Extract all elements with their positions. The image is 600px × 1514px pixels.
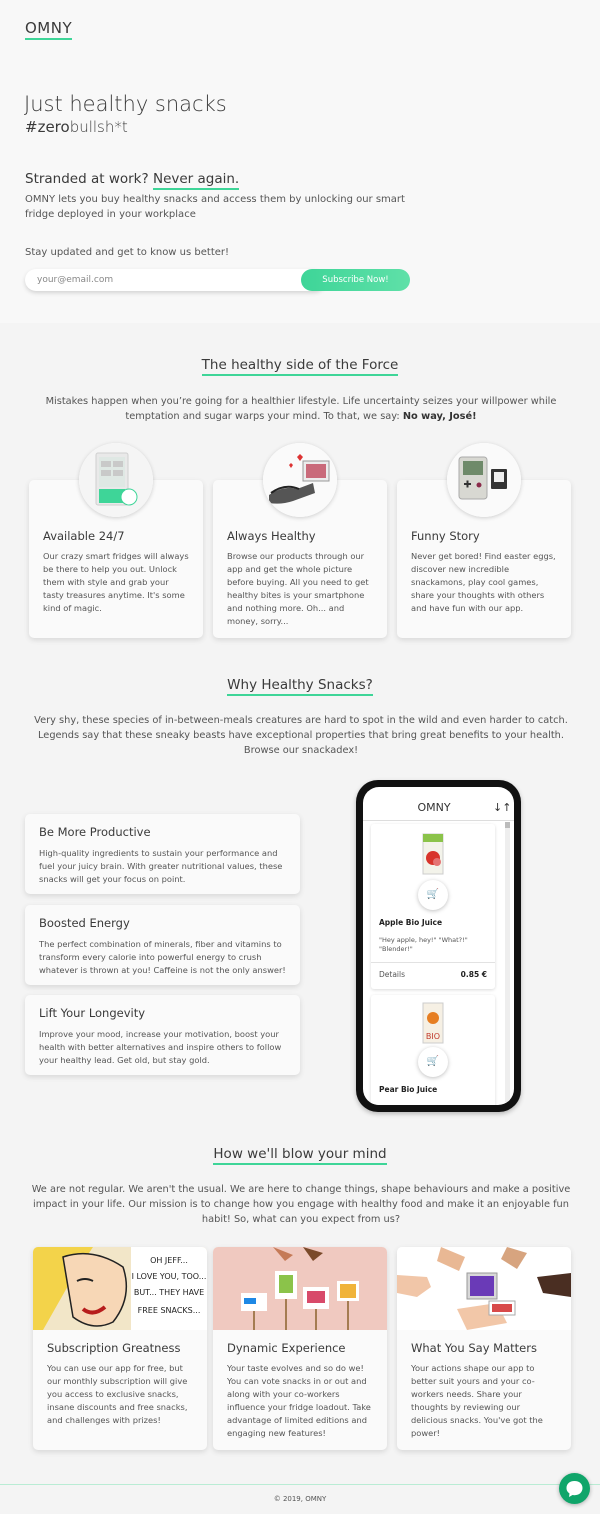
card-title: Subscription Greatness bbox=[47, 1341, 181, 1355]
comic-line: OH JEFF... bbox=[150, 1256, 188, 1265]
why-text: Very shy, these species of in-between-me… bbox=[34, 715, 568, 756]
mind-title: How we'll blow your mind bbox=[0, 1146, 600, 1165]
card-title: Always Healthy bbox=[227, 529, 316, 543]
phone-screen: OMNY ↓↑ 🛒 Apple Bio Juice "Hey apple, he… bbox=[363, 787, 514, 1105]
product-card-pear[interactable]: BIO 🛒 Pear Bio Juice bbox=[371, 995, 495, 1105]
hero-subtitle: #zerobullsh*t bbox=[25, 118, 128, 136]
stranded-heading: Stranded at work? Never again. bbox=[25, 171, 240, 190]
phone-scroll-thumb[interactable] bbox=[505, 822, 510, 828]
why-title: Why Healthy Snacks? bbox=[0, 677, 600, 696]
card-title: Funny Story bbox=[411, 529, 480, 543]
card-text: Your taste evolves and so do we! You can… bbox=[227, 1363, 371, 1438]
logo[interactable]: OMNY bbox=[25, 19, 73, 40]
benefit-text: The perfect combination of minerals, fib… bbox=[39, 939, 286, 975]
footer-divider bbox=[0, 1484, 600, 1485]
never-again-link[interactable]: Never again. bbox=[152, 171, 240, 190]
card-title: Available 24/7 bbox=[43, 529, 125, 543]
cart-icon[interactable]: 🛒 bbox=[418, 880, 448, 910]
mind-card-dynamic: Dynamic Experience Your taste evolves an… bbox=[213, 1247, 387, 1450]
card-title: What You Say Matters bbox=[411, 1341, 537, 1355]
card-text: Your actions shape our app to better sui… bbox=[411, 1363, 543, 1438]
comic-line: BUT... THEY HAVE bbox=[134, 1288, 204, 1297]
sort-icon[interactable]: ↓↑ bbox=[493, 801, 511, 814]
details-link[interactable]: Details bbox=[379, 970, 405, 979]
comic-line: I LOVE YOU, TOO... bbox=[132, 1272, 207, 1281]
benefit-energy: Boosted Energy The perfect combination o… bbox=[25, 905, 300, 985]
email-input[interactable] bbox=[25, 269, 325, 291]
gameboy-icon bbox=[447, 443, 521, 517]
card-text: Browse our products through our app and … bbox=[227, 551, 369, 626]
chat-button[interactable] bbox=[559, 1473, 590, 1504]
comic-image: OH JEFF... I LOVE YOU, TOO... BUT... THE… bbox=[33, 1247, 207, 1330]
card-title: Dynamic Experience bbox=[227, 1341, 346, 1355]
benefit-text: Improve your mood, increase your motivat… bbox=[39, 1029, 282, 1065]
product-name: Apple Bio Juice bbox=[379, 918, 443, 927]
hero-subtitle-rest: bullsh*t bbox=[69, 118, 128, 136]
card-divider bbox=[371, 962, 495, 963]
stranded-prefix: Stranded at work? bbox=[25, 171, 149, 187]
benefit-title: Boosted Energy bbox=[39, 916, 130, 930]
apple-juice-image bbox=[422, 833, 444, 875]
benefit-text: High-quality ingredients to sustain your… bbox=[39, 848, 283, 884]
hero-section: OMNY Just healthy snacks #zerobullsh*t S… bbox=[0, 0, 600, 323]
hero-subtitle-prefix: #zero bbox=[25, 118, 70, 136]
comic-line: FREE SNACKS... bbox=[138, 1306, 201, 1315]
product-price: 0.85 € bbox=[460, 970, 487, 979]
benefit-title: Be More Productive bbox=[39, 825, 151, 839]
phone-logo: OMNY bbox=[417, 801, 451, 814]
phone-scrollbar[interactable] bbox=[505, 822, 510, 1102]
bio-label: BIO bbox=[426, 1032, 440, 1041]
mind-card-subscription: OH JEFF... I LOVE YOU, TOO... BUT... THE… bbox=[33, 1247, 207, 1450]
phone-mockup: OMNY ↓↑ 🛒 Apple Bio Juice "Hey apple, he… bbox=[356, 780, 521, 1112]
benefit-productive: Be More Productive High-quality ingredie… bbox=[25, 814, 300, 894]
card-text: Our crazy smart fridges will always be t… bbox=[43, 551, 189, 613]
chat-bubble-icon bbox=[566, 1481, 583, 1497]
force-text: Mistakes happen when you’re going for a … bbox=[45, 396, 557, 422]
product-name: Pear Bio Juice bbox=[379, 1085, 438, 1094]
benefit-title: Lift Your Longevity bbox=[39, 1006, 146, 1020]
benefit-longevity: Lift Your Longevity Improve your mood, i… bbox=[25, 995, 300, 1075]
mind-text: We are not regular. We aren't the usual.… bbox=[31, 1184, 571, 1225]
hands-image bbox=[397, 1247, 571, 1330]
no-way-jose: No way, José! bbox=[402, 411, 477, 422]
card-text: You can use our app for free, but our mo… bbox=[47, 1363, 188, 1425]
pear-juice-image: BIO bbox=[422, 1002, 444, 1044]
force-title: The healthy side of the Force bbox=[0, 357, 600, 376]
phone-divider bbox=[363, 820, 514, 821]
mind-card-matters: What You Say Matters Your actions shape … bbox=[397, 1247, 571, 1450]
footer-copyright: © 2019, OMNY bbox=[273, 1495, 327, 1503]
card-text: Never get bored! Find easter eggs, disco… bbox=[411, 551, 556, 613]
product-desc: "Hey apple, hey!" "What?!" "Blender!" bbox=[379, 936, 468, 953]
cart-icon[interactable]: 🛒 bbox=[418, 1047, 448, 1077]
phone-hand-icon bbox=[263, 443, 337, 517]
hero-intro: OMNY lets you buy healthy snacks and acc… bbox=[25, 194, 405, 220]
hero-title: Just healthy snacks bbox=[24, 92, 227, 116]
voting-signs-image bbox=[213, 1247, 387, 1330]
subscribe-button[interactable]: Subscribe Now! bbox=[301, 269, 410, 291]
stay-updated-label: Stay updated and get to know us better! bbox=[25, 247, 230, 258]
product-card-apple[interactable]: 🛒 Apple Bio Juice "Hey apple, hey!" "Wha… bbox=[371, 824, 495, 989]
fridge-icon bbox=[79, 443, 153, 517]
